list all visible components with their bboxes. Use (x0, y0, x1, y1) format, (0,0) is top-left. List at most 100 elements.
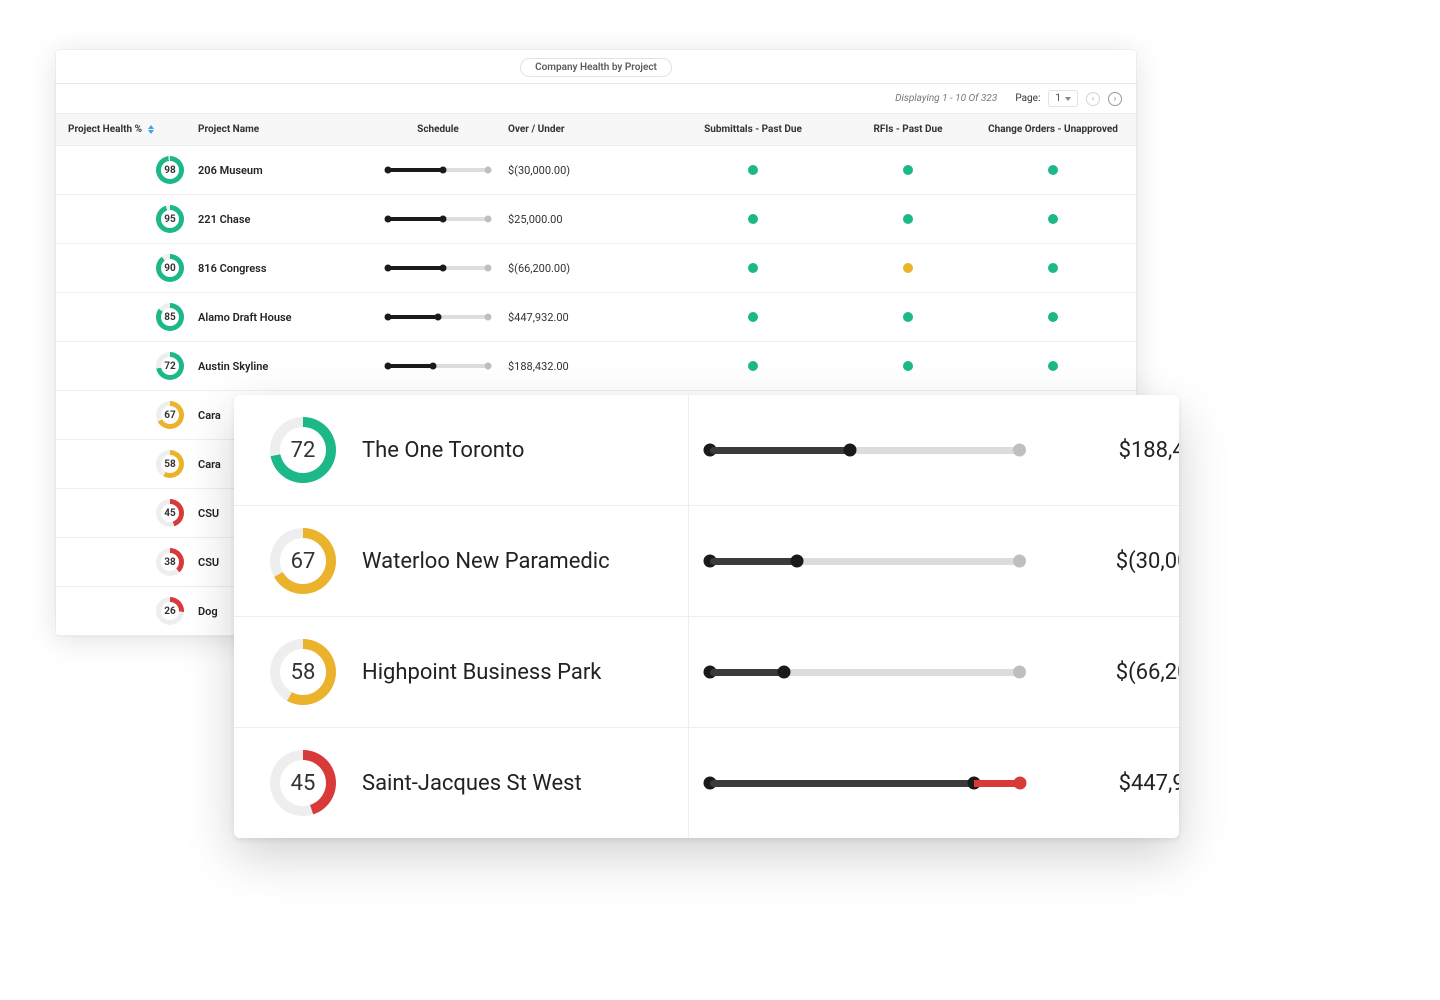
over-under-value: $(30,000.00) (508, 164, 668, 177)
change-orders-status (978, 214, 1128, 224)
health-donut: 95 (156, 205, 184, 233)
table-row[interactable]: 98 206 Museum $(30,000.00) (56, 146, 1136, 195)
submittals-status (668, 214, 838, 224)
page-select[interactable]: 1 (1048, 90, 1078, 107)
status-dot (748, 165, 758, 175)
zoom-row[interactable]: 67 Waterloo New Paramedic $(30,000.00) (234, 506, 1179, 617)
health-value: 72 (161, 357, 179, 375)
chevron-down-icon (1065, 97, 1071, 101)
table-header: Project Health % Project Name Schedule O… (56, 113, 1136, 146)
project-name: Waterloo New Paramedic (362, 549, 610, 574)
change-orders-status (978, 263, 1128, 273)
health-value: 58 (161, 455, 179, 473)
health-donut: 45 (156, 499, 184, 527)
project-name: Austin Skyline (198, 360, 368, 373)
rfis-status (838, 214, 978, 224)
rfis-status (838, 165, 978, 175)
status-dot (1048, 263, 1058, 273)
page-value: 1 (1055, 93, 1061, 104)
change-orders-status (978, 361, 1128, 371)
change-orders-status (978, 165, 1128, 175)
schedule-bar (388, 315, 488, 319)
page-label: Page: (1015, 93, 1040, 104)
health-value: 26 (161, 602, 179, 620)
schedule-bar (710, 447, 1020, 454)
schedule-bar (388, 217, 488, 221)
submittals-status (668, 361, 838, 371)
schedule-bar (710, 669, 1020, 676)
col-project-health[interactable]: Project Health % (68, 124, 198, 135)
amount-value: $(30,000.00) (1020, 549, 1179, 574)
status-dot (1048, 312, 1058, 322)
pager-display: Displaying 1 - 10 Of 323 (895, 93, 997, 104)
page-next-button[interactable]: › (1108, 92, 1122, 106)
table-row[interactable]: 95 221 Chase $25,000.00 (56, 195, 1136, 244)
health-donut: 38 (156, 548, 184, 576)
project-name: 816 Congress (198, 262, 368, 275)
col-label: Project Health % (68, 124, 142, 135)
table-row[interactable]: 72 Austin Skyline $188,432.00 (56, 342, 1136, 391)
project-name: 206 Museum (198, 164, 368, 177)
health-donut: 58 (270, 639, 336, 705)
health-donut: 45 (270, 750, 336, 816)
pager: Displaying 1 - 10 Of 323 Page: 1 ‹ › (56, 84, 1136, 113)
status-dot (748, 361, 758, 371)
status-dot (748, 263, 758, 273)
health-value: 90 (161, 259, 179, 277)
zoom-row[interactable]: 72 The One Toronto $188,432.00 (234, 395, 1179, 506)
schedule-bar (710, 780, 1020, 787)
status-dot (903, 214, 913, 224)
health-donut: 72 (156, 352, 184, 380)
divider (688, 395, 689, 838)
health-value: 58 (280, 649, 326, 695)
amount-value: $188,432.00 (1020, 438, 1179, 463)
project-name: Saint-Jacques St West (362, 771, 582, 796)
rfis-status (838, 312, 978, 322)
status-dot (903, 361, 913, 371)
health-value: 67 (280, 538, 326, 584)
status-dot (903, 312, 913, 322)
change-orders-status (978, 312, 1128, 322)
project-name: Alamo Draft House (198, 311, 368, 324)
health-value: 95 (161, 210, 179, 228)
health-donut: 58 (156, 450, 184, 478)
health-donut: 98 (156, 156, 184, 184)
amount-value: $447,932.00 (1020, 771, 1179, 796)
project-name: The One Toronto (362, 438, 524, 463)
health-donut: 67 (270, 528, 336, 594)
table-row[interactable]: 85 Alamo Draft House $447,932.00 (56, 293, 1136, 342)
health-value: 72 (280, 427, 326, 473)
col-submittals[interactable]: Submittals - Past Due (668, 124, 838, 135)
table-row[interactable]: 90 816 Congress $(66,200.00) (56, 244, 1136, 293)
over-under-value: $(66,200.00) (508, 262, 668, 275)
over-under-value: $188,432.00 (508, 360, 668, 373)
health-donut: 26 (156, 597, 184, 625)
submittals-status (668, 263, 838, 273)
rfis-status (838, 263, 978, 273)
rfis-status (838, 361, 978, 371)
status-dot (903, 165, 913, 175)
schedule-bar (388, 266, 488, 270)
col-project-name[interactable]: Project Name (198, 124, 368, 135)
health-value: 85 (161, 308, 179, 326)
over-under-value: $447,932.00 (508, 311, 668, 324)
zoom-row[interactable]: 45 Saint-Jacques St West $447,932.00 (234, 728, 1179, 838)
card-title: Company Health by Project (520, 58, 672, 77)
schedule-bar (388, 364, 488, 368)
health-value: 38 (161, 553, 179, 571)
col-rfis[interactable]: RFIs - Past Due (838, 124, 978, 135)
schedule-bar (710, 558, 1020, 565)
page-prev-button[interactable]: ‹ (1086, 92, 1100, 106)
status-dot (1048, 361, 1058, 371)
col-over-under[interactable]: Over / Under (508, 124, 668, 135)
col-schedule[interactable]: Schedule (368, 124, 508, 135)
submittals-status (668, 165, 838, 175)
health-donut: 90 (156, 254, 184, 282)
zoom-card: 72 The One Toronto $188,432.00 67 Waterl… (234, 395, 1179, 838)
zoom-row[interactable]: 58 Highpoint Business Park $(66,200.00) (234, 617, 1179, 728)
sort-icon (148, 125, 154, 134)
table-menu-button[interactable]: ⋮ (1128, 124, 1136, 135)
col-change-orders[interactable]: Change Orders - Unapproved (978, 124, 1128, 135)
status-dot (1048, 214, 1058, 224)
schedule-bar (388, 168, 488, 172)
